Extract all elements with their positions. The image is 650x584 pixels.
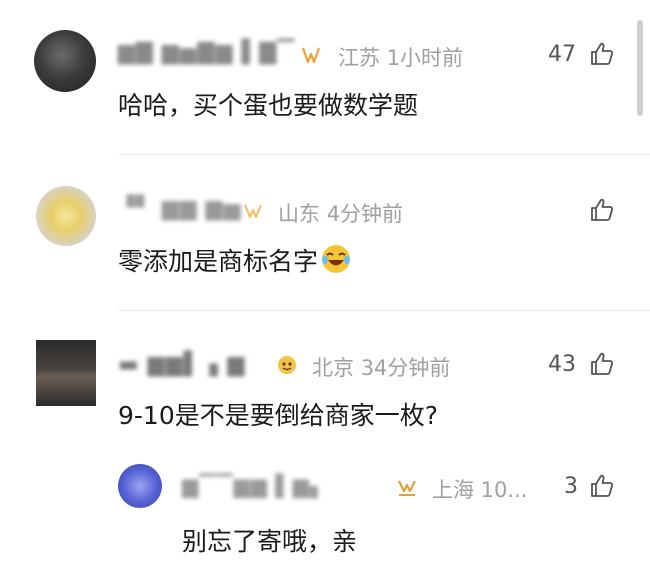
- divider: [118, 154, 650, 155]
- username-blurred[interactable]: ▬ ▆▆▌ ▖▆: [118, 352, 245, 377]
- username-blurred[interactable]: ▆▇ ▆▅▇▆ ▌▇▔: [118, 40, 295, 65]
- thumbs-up-icon[interactable]: [588, 350, 616, 378]
- comment-text: 9-10是不是要倒给商家一枚?: [118, 401, 439, 430]
- avatar[interactable]: [34, 30, 96, 92]
- location-time: 北京 34分钟前: [312, 352, 450, 382]
- comment-text: 零添加是商标名字: [118, 242, 352, 278]
- like-count: 3: [564, 474, 578, 499]
- laughing-crying-emoji-icon: [322, 245, 351, 273]
- fan-badge-icon: [243, 204, 263, 219]
- like-count: 43: [548, 352, 576, 377]
- time-label: 4分钟前: [326, 202, 404, 226]
- time-label: 34分钟前: [360, 356, 451, 380]
- location-time: 山东 4分钟前: [278, 198, 403, 228]
- reply-text: 别忘了寄哦，亲: [182, 527, 358, 556]
- location-label: 山东: [278, 202, 320, 226]
- comment-text-content: 零添加是商标名字: [118, 247, 319, 276]
- avatar[interactable]: [36, 340, 96, 406]
- fan-badge-icon: [278, 356, 296, 374]
- thumbs-up-icon[interactable]: [588, 196, 616, 224]
- thumbs-up-icon[interactable]: [588, 472, 616, 500]
- avatar[interactable]: [36, 186, 96, 246]
- username-blurred[interactable]: ▆▔▔▆▆ ▌▆▖: [182, 474, 327, 498]
- fan-badge-icon: [398, 480, 416, 496]
- location-label: 北京: [312, 356, 354, 380]
- like-count: 47: [548, 42, 576, 67]
- time-label: 1小时前: [386, 46, 464, 70]
- location-time: 江苏 1小时前: [338, 42, 463, 72]
- scrollbar[interactable]: [637, 20, 643, 116]
- comment-text: 哈哈，买个蛋也要做数学题: [118, 91, 419, 120]
- divider: [118, 310, 650, 311]
- location-time: 上海 10...: [432, 478, 528, 502]
- location-label: 江苏: [338, 46, 380, 70]
- username-blurred[interactable]: ▝▘ ▆▆ ▆▅: [118, 196, 242, 221]
- fan-badge-icon: [301, 47, 321, 64]
- avatar[interactable]: [118, 464, 162, 508]
- thumbs-up-icon[interactable]: [588, 40, 616, 68]
